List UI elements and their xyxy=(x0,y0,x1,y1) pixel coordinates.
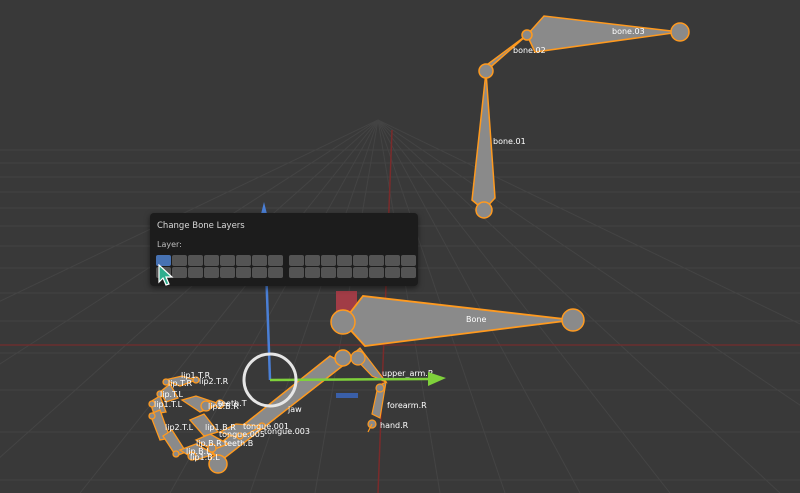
layer-toggle[interactable] xyxy=(305,255,320,266)
bone-01[interactable] xyxy=(471,71,496,212)
lip-t-r-label: lip.T.R xyxy=(168,379,193,388)
jaw-head[interactable] xyxy=(334,349,352,367)
layer-toggle[interactable] xyxy=(204,267,219,278)
layer-toggle[interactable] xyxy=(369,267,384,278)
bone-chain-upper[interactable]: bone.01 bone.02 bone.03 xyxy=(471,15,690,219)
layer-toggle[interactable] xyxy=(337,255,352,266)
gizmo-x-axis[interactable] xyxy=(269,377,431,382)
bone-01-head[interactable] xyxy=(475,201,493,219)
bone-02-label: bone.02 xyxy=(513,46,546,55)
gizmo-y-plane xyxy=(336,393,358,398)
layer-toggle[interactable] xyxy=(401,267,416,278)
layer-toggle[interactable] xyxy=(172,267,187,278)
forearm-label: forearm.R xyxy=(387,401,427,410)
lip2-t-r-label: lip2.T.R xyxy=(199,377,229,386)
layer-toggle[interactable] xyxy=(385,255,400,266)
layer-toggle[interactable] xyxy=(337,267,352,278)
layer-toggle[interactable] xyxy=(353,255,368,266)
layer-toggle[interactable] xyxy=(220,267,235,278)
bone-main-body[interactable] xyxy=(341,295,574,347)
layer-toggle[interactable] xyxy=(236,255,251,266)
lip1-b-l-label: lip1.B.L xyxy=(190,453,220,462)
layer-toggle[interactable] xyxy=(204,255,219,266)
layer-toggle[interactable] xyxy=(321,255,336,266)
joint-5[interactable] xyxy=(148,412,156,420)
layer-toggle[interactable] xyxy=(236,267,251,278)
gizmo-x-arrow[interactable] xyxy=(428,372,446,386)
jaw-chain[interactable]: jaw xyxy=(208,349,352,474)
layer-group-2 xyxy=(289,255,416,280)
panel-title: Change Bone Layers xyxy=(157,221,245,231)
layer-group-1 xyxy=(156,255,283,280)
forearm-head[interactable] xyxy=(375,383,385,393)
upper-arm-head[interactable] xyxy=(350,350,366,366)
tongue-003-label: tongue.003 xyxy=(264,427,310,436)
bone-03-label: bone.03 xyxy=(612,27,645,36)
bone-main[interactable]: Bone xyxy=(330,295,585,347)
layer-toggle[interactable] xyxy=(289,255,304,266)
teeth-b-label: teeth.B xyxy=(224,439,253,448)
bone-03-head[interactable] xyxy=(521,29,533,41)
lip2-t-l-label: lip2.T.L xyxy=(165,423,194,432)
layer-label: Layer: xyxy=(157,240,182,249)
layer-toggle[interactable] xyxy=(268,255,283,266)
hand-label: hand.R xyxy=(380,421,409,430)
layer-toggle[interactable] xyxy=(289,267,304,278)
bone-main-tail[interactable] xyxy=(561,308,585,332)
layer-toggle[interactable] xyxy=(220,255,235,266)
layer-toggle[interactable] xyxy=(321,267,336,278)
bone-02-head[interactable] xyxy=(478,63,494,79)
tongue-005-label: tongue.005 xyxy=(219,430,265,439)
upper-arm-label: upper_arm.R xyxy=(382,369,434,378)
bone-03-tail[interactable] xyxy=(670,22,690,42)
bone-01-label: bone.01 xyxy=(493,137,526,146)
layer-toggle[interactable] xyxy=(252,267,267,278)
jaw-label: jaw xyxy=(287,405,302,414)
bone-03[interactable] xyxy=(526,15,681,53)
layer-toggle[interactable] xyxy=(252,255,267,266)
layer-toggle[interactable] xyxy=(268,267,283,278)
joint-8[interactable] xyxy=(172,450,180,458)
layer-toggle[interactable] xyxy=(172,255,187,266)
change-bone-layers-panel: Change Bone Layers Layer: xyxy=(150,213,418,286)
teeth-t-label: teeth.T xyxy=(218,399,247,408)
bone-main-label: Bone xyxy=(466,315,486,324)
lip1-t-l-label: lip1.T.L xyxy=(154,400,183,409)
lip-t-l-label: lip.T.L xyxy=(160,390,184,399)
layer-toggle[interactable] xyxy=(353,267,368,278)
layer-toggle[interactable] xyxy=(188,255,203,266)
bone-main-head[interactable] xyxy=(330,309,356,335)
layer-toggle[interactable] xyxy=(369,255,384,266)
layer-toggle[interactable] xyxy=(401,255,416,266)
layer-toggle[interactable] xyxy=(385,267,400,278)
layer-toggle[interactable] xyxy=(188,267,203,278)
pointer-cursor-icon xyxy=(158,264,174,286)
layer-toggle[interactable] xyxy=(305,267,320,278)
